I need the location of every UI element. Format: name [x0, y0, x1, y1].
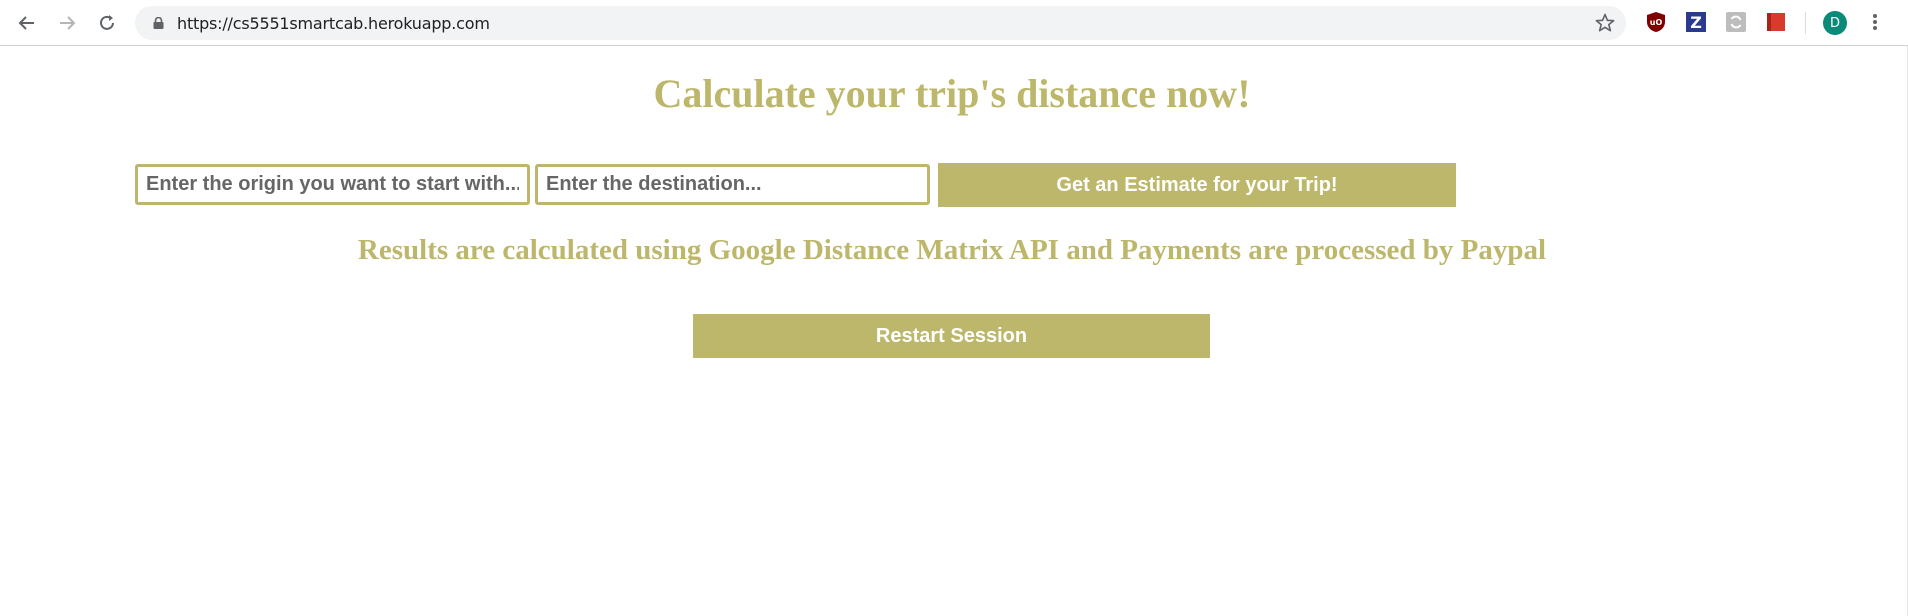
url-text: https://cs5551smartcab.herokuapp.com	[177, 14, 490, 33]
page-title: Calculate your trip's distance now!	[653, 71, 1251, 116]
kebab-menu-icon[interactable]	[1866, 12, 1884, 34]
results-info-text: Results are calculated using Google Dist…	[357, 234, 1547, 266]
lock-icon	[153, 17, 164, 29]
arrow-left-icon	[18, 16, 34, 30]
destination-input[interactable]	[535, 164, 930, 205]
restart-session-button[interactable]: Restart Session	[693, 314, 1210, 358]
address-bar[interactable]: https://cs5551smartcab.herokuapp.com	[135, 6, 1626, 40]
browser-toolbar: https://cs5551smartcab.herokuapp.com uO …	[0, 0, 1908, 46]
red-book-extension-icon[interactable]	[1765, 11, 1787, 33]
bookmark-star-icon[interactable]	[1594, 12, 1616, 34]
reload-icon	[100, 15, 114, 30]
origin-input[interactable]	[135, 164, 530, 205]
sync-extension-icon[interactable]	[1725, 11, 1747, 33]
get-estimate-button[interactable]: Get an Estimate for your Trip!	[938, 163, 1456, 207]
svg-text:Z: Z	[1690, 13, 1702, 32]
profile-avatar[interactable]: D	[1823, 11, 1847, 35]
svg-text:uO: uO	[1650, 18, 1663, 27]
toolbar-divider	[1805, 12, 1806, 34]
reload-button[interactable]	[92, 8, 122, 38]
ublock-origin-icon[interactable]: uO	[1645, 11, 1667, 33]
zotero-icon[interactable]: Z	[1685, 11, 1707, 33]
arrow-right-icon	[60, 16, 76, 30]
back-button[interactable]	[12, 8, 42, 38]
forward-button[interactable]	[52, 8, 82, 38]
